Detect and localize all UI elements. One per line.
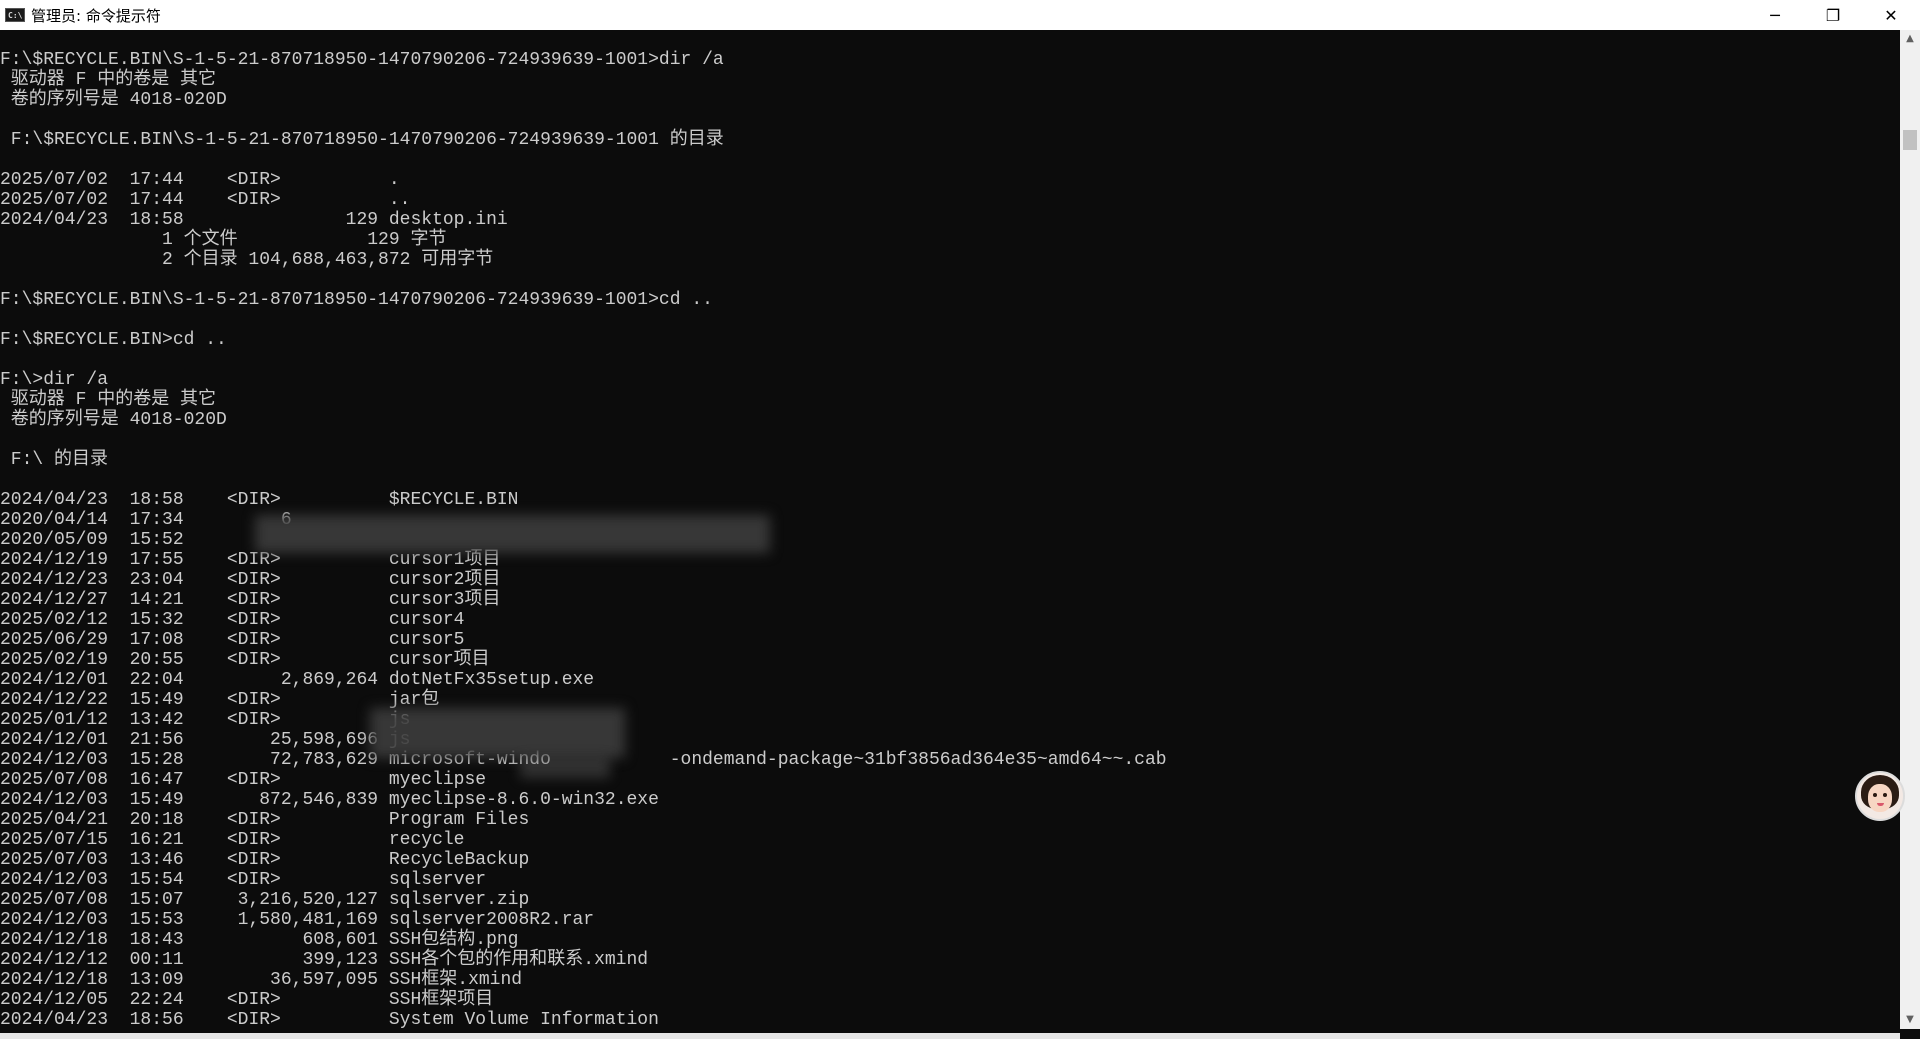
console-line: 2 个目录 104,688,463,872 可用字节 [0, 250, 494, 270]
console-line: 2020/05/09 15:52 [0, 530, 184, 550]
console-line: 2024/12/05 22:24 <DIR> SSH框架项目 [0, 990, 494, 1010]
console-line: 2024/12/03 15:54 <DIR> sqlserver [0, 870, 487, 890]
console-line: 2024/12/22 15:49 <DIR> jar包 [0, 690, 440, 710]
console-line: 2024/12/18 13:09 36,597,095 SSH框架.xmind [0, 970, 523, 990]
avatar-eye [1873, 793, 1877, 797]
console-line: F:\ 的目录 [0, 450, 109, 470]
cmd-app-icon[interactable]: C:\ [5, 8, 25, 22]
cmd-window: C:\ 管理员: 命令提示符 ─ ❐ ✕ F:\$RECYCLE.BIN\S-1… [0, 0, 1920, 1039]
console-line: F:\$RECYCLE.BIN\S-1-5-21-870718950-14707… [0, 50, 724, 70]
redacted-region [255, 515, 770, 553]
console-line: 2025/07/02 17:44 <DIR> . [0, 170, 400, 190]
console-line: 2025/07/02 17:44 <DIR> .. [0, 190, 411, 210]
close-button[interactable]: ✕ [1862, 0, 1920, 30]
console-line: 2024/12/03 15:53 1,580,481,169 sqlserver… [0, 910, 595, 930]
console-line: 驱动器 F 中的卷是 其它 [0, 390, 217, 410]
console-line: 2025/06/29 17:08 <DIR> cursor5 [0, 630, 465, 650]
console-line: 2024/12/01 21:56 25,598,696 js [0, 730, 411, 750]
redacted-region [370, 708, 625, 758]
console-line: 2020/04/14 17:34 6 [0, 510, 292, 530]
console-line: F:\$RECYCLE.BIN\S-1-5-21-870718950-14707… [0, 130, 724, 150]
scroll-up-arrow-icon[interactable]: ▲ [1900, 30, 1920, 48]
console-line: 2025/07/08 15:07 3,216,520,127 sqlserver… [0, 890, 530, 910]
console-line: 2025/02/19 20:55 <DIR> cursor项目 [0, 650, 490, 670]
console-line: 驱动器 F 中的卷是 其它 [0, 70, 217, 90]
scroll-down-arrow-icon[interactable]: ▼ [1900, 1011, 1920, 1029]
console-line: 2024/04/23 18:56 <DIR> System Volume Inf… [0, 1010, 659, 1029]
redacted-region [520, 758, 610, 778]
console-line: 2025/07/08 16:47 <DIR> myeclipse [0, 770, 487, 790]
console-line: 2024/12/27 14:21 <DIR> cursor3项目 [0, 590, 501, 610]
console-line: 卷的序列号是 4018-020D [0, 410, 227, 430]
scrollbar-thumb[interactable] [1903, 130, 1917, 150]
console-line: 2024/12/23 23:04 <DIR> cursor2项目 [0, 570, 501, 590]
console-line: 2024/12/01 22:04 2,869,264 dotNetFx35set… [0, 670, 595, 690]
console-line: 2024/04/23 18:58 <DIR> $RECYCLE.BIN [0, 490, 519, 510]
minimize-button[interactable]: ─ [1746, 0, 1804, 30]
console-line: 2024/12/19 17:55 <DIR> cursor1项目 [0, 550, 501, 570]
avatar-face [1868, 784, 1892, 812]
title-bar[interactable]: C:\ 管理员: 命令提示符 ─ ❐ ✕ [0, 0, 1920, 30]
assistant-avatar-icon[interactable] [1855, 771, 1905, 821]
avatar-eye [1883, 793, 1887, 797]
console-line: 2025/04/21 20:18 <DIR> Program Files [0, 810, 530, 830]
vertical-scrollbar[interactable]: ▲ ▼ [1900, 30, 1920, 1029]
console-line: F:\$RECYCLE.BIN\S-1-5-21-870718950-14707… [0, 290, 713, 310]
console-output-area[interactable]: F:\$RECYCLE.BIN\S-1-5-21-870718950-14707… [0, 30, 1900, 1029]
console-line: 卷的序列号是 4018-020D [0, 90, 227, 110]
console-line: 2024/04/23 18:58 129 desktop.ini [0, 210, 508, 230]
console-line: 2024/12/03 15:49 872,546,839 myeclipse-8… [0, 790, 659, 810]
console-line: 2024/12/18 18:43 608,601 SSH包结构.png [0, 930, 519, 950]
console-line: F:\$RECYCLE.BIN>cd .. [0, 330, 227, 350]
console-line: 2025/01/12 13:42 <DIR> js [0, 710, 411, 730]
bottom-edge [0, 1033, 1900, 1039]
console-line: 2025/07/03 13:46 <DIR> RecycleBackup [0, 850, 530, 870]
console-line: 2024/12/12 00:11 399,123 SSH各个包的作用和联系.xm… [0, 950, 649, 970]
maximize-button[interactable]: ❐ [1804, 0, 1862, 30]
window-title: 管理员: 命令提示符 [31, 6, 161, 25]
console-line: 2025/07/15 16:21 <DIR> recycle [0, 830, 465, 850]
console-line: 2025/02/12 15:32 <DIR> cursor4 [0, 610, 465, 630]
console-line: F:\>dir /a [0, 370, 109, 390]
console-line: 1 个文件 129 字节 [0, 230, 447, 250]
